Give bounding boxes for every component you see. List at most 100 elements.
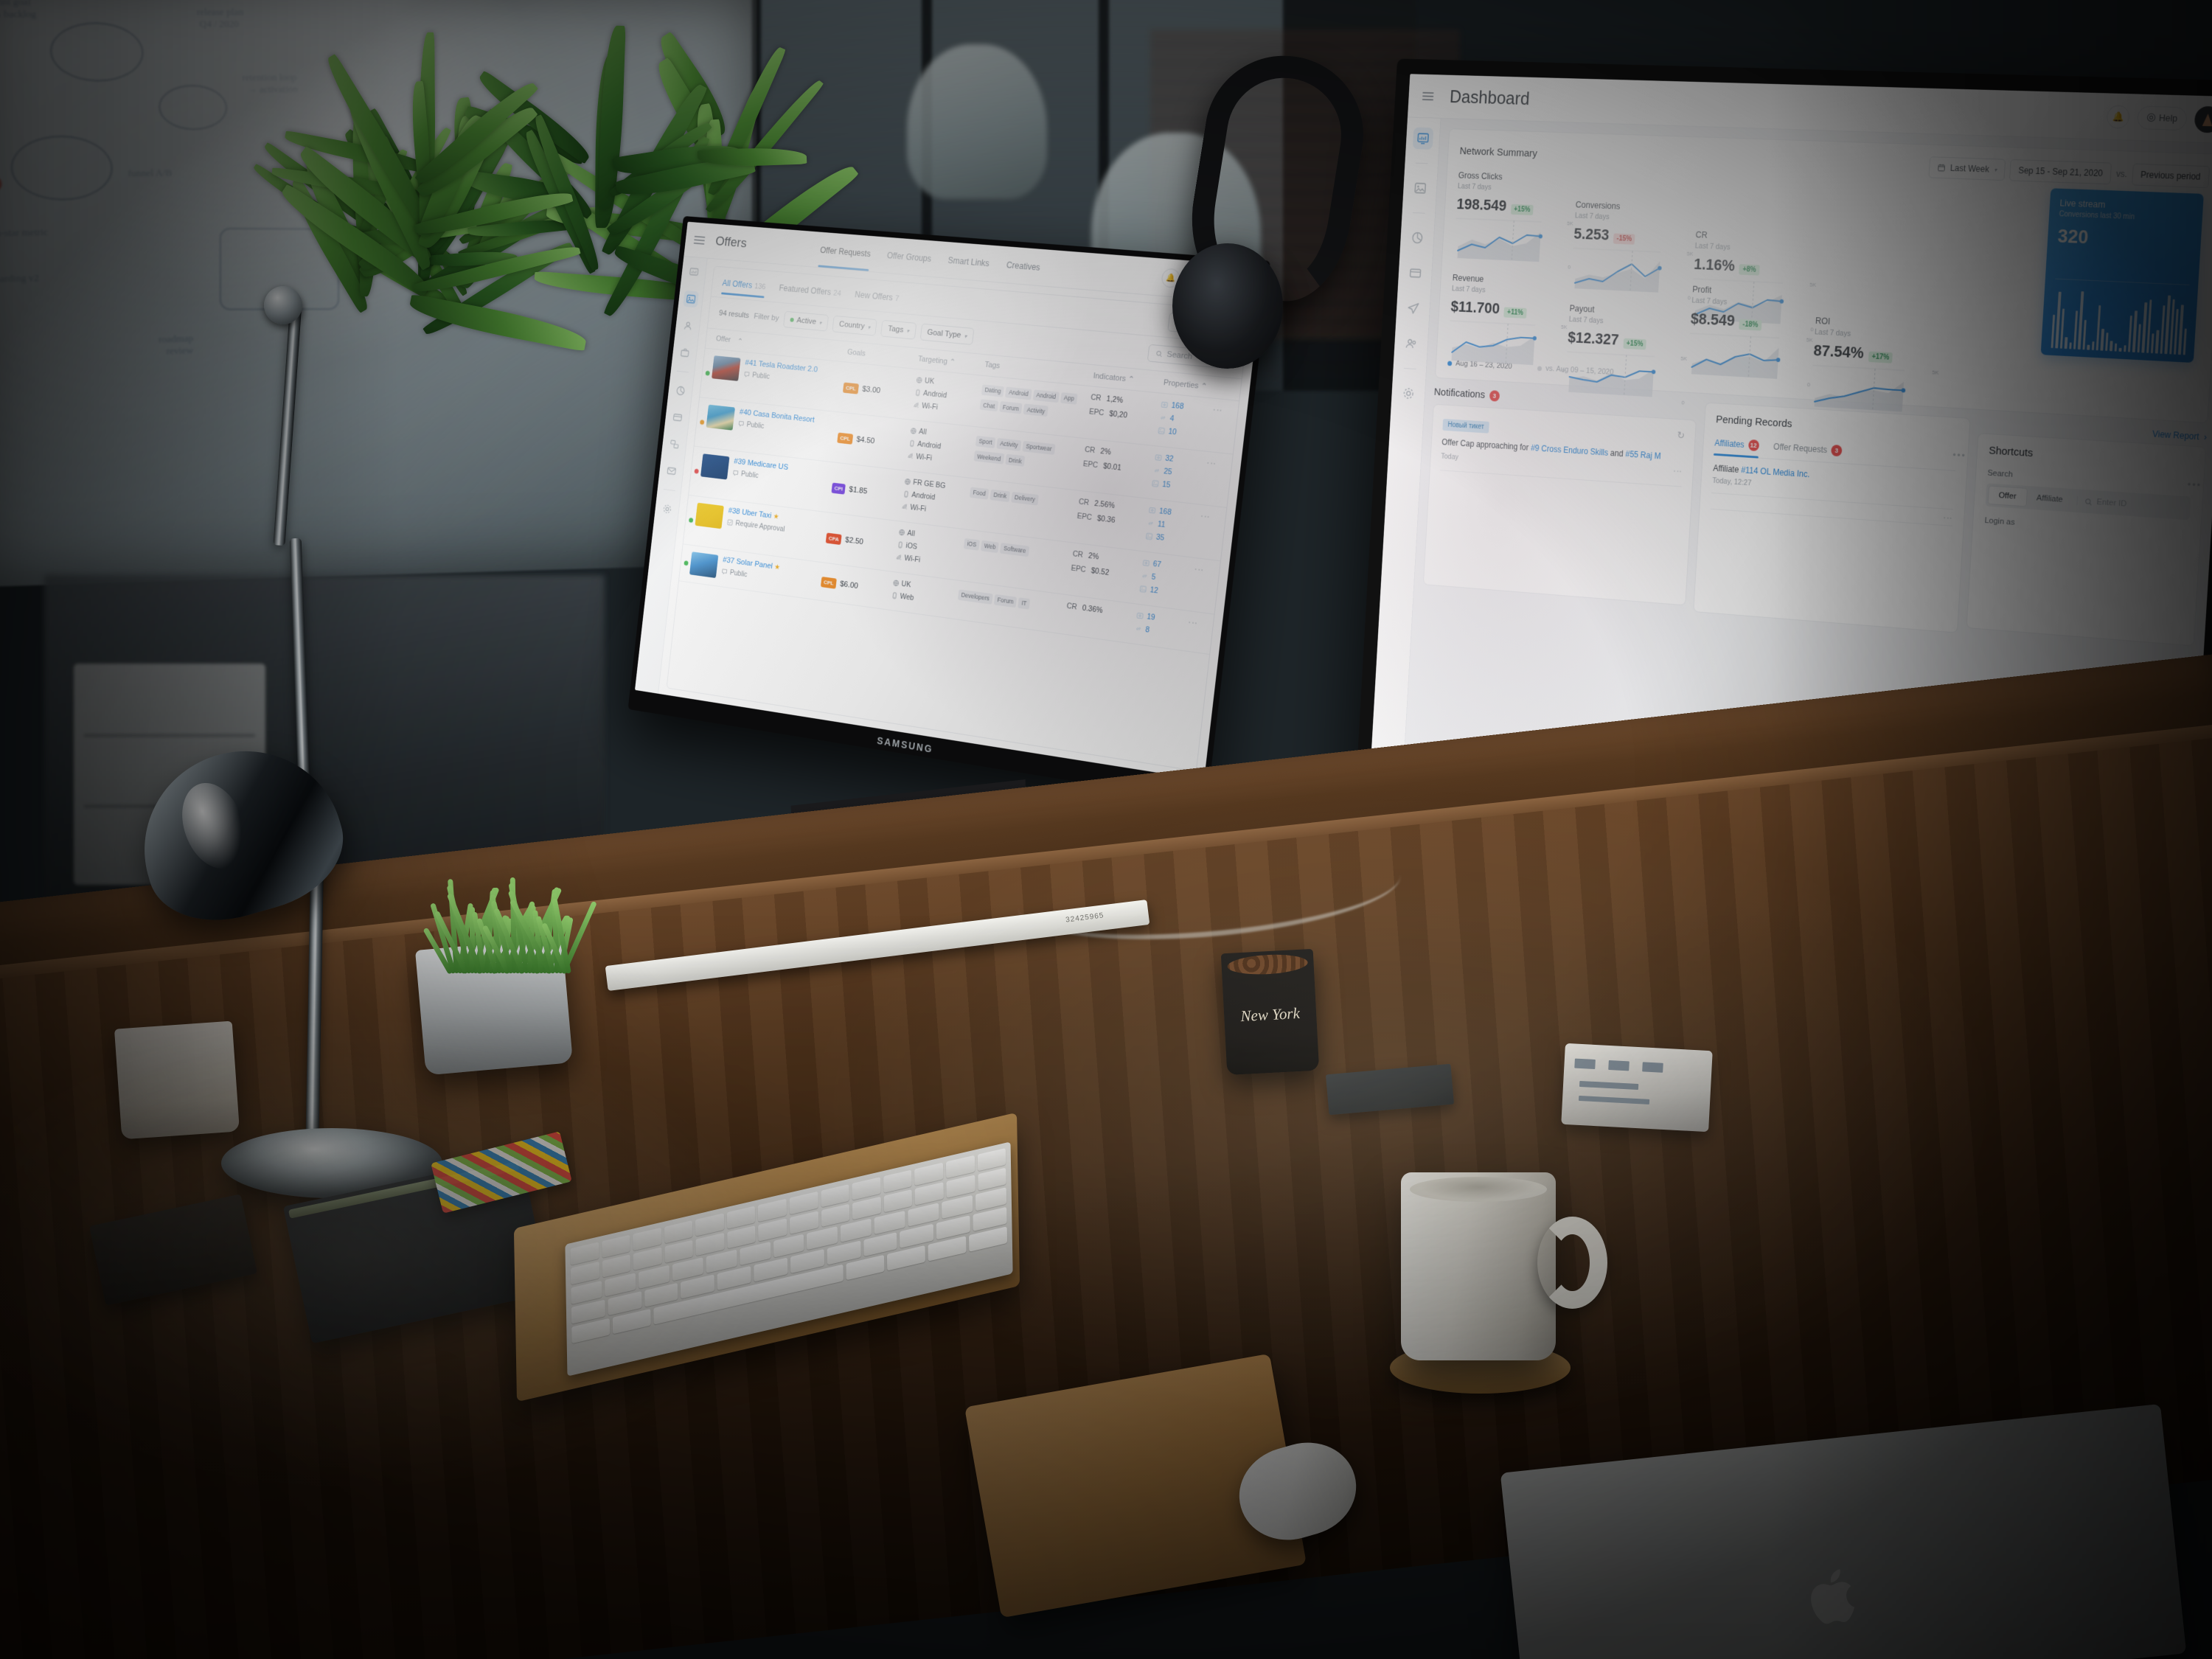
property-line: 8 — [1135, 624, 1188, 639]
row-menu-icon[interactable]: ⋮ — [1188, 618, 1199, 629]
tag-chip[interactable]: Android — [1005, 386, 1032, 400]
sidebar-item-affiliates[interactable] — [680, 317, 696, 335]
range-preset-select[interactable]: Last Week ▾ — [1928, 156, 2006, 181]
tag-chip[interactable]: Web — [981, 540, 1000, 553]
sidebar-item-settings[interactable] — [659, 500, 675, 518]
range-dates[interactable]: Sep 15 - Sep 21, 2020 — [2009, 159, 2112, 185]
column-targeting[interactable]: Targeting ⌃ — [918, 354, 985, 369]
subtab-new-offers[interactable]: New Offers 7 — [854, 289, 900, 309]
tag-chip[interactable]: IT — [1018, 597, 1031, 610]
segment-affiliate[interactable]: Affiliate — [2026, 489, 2073, 509]
tab-creatives[interactable]: Creatives — [1004, 246, 1042, 285]
kpi-card[interactable]: ROI Last 7 days 87.54% +17% 5K 0 — [1810, 316, 1939, 421]
tag-chip[interactable]: Food — [969, 486, 990, 500]
live-stream-bars — [2051, 278, 2190, 355]
sidebar-item-settings[interactable] — [1398, 382, 1419, 405]
sidebar-item-advertisers[interactable] — [677, 344, 693, 361]
row-menu-icon[interactable]: ⋮ — [1206, 459, 1217, 469]
tag-chip[interactable]: Software — [1000, 542, 1030, 557]
tab-smart-links[interactable]: Smart Links — [946, 242, 992, 281]
notification-link-offer[interactable]: #9 Cross Enduro Skills — [1531, 443, 1609, 458]
targeting-value: Wi-Fi — [909, 503, 927, 514]
tab-offer-groups[interactable]: Offer Groups — [885, 237, 933, 276]
tag-chip[interactable]: Weekend — [973, 450, 1004, 465]
notification-menu-icon[interactable]: ⋮ — [1673, 467, 1683, 476]
cell-goals: CPA $2.50 — [824, 519, 899, 566]
bell-icon[interactable]: 🔔 — [2106, 104, 2131, 129]
lamp-joint-knob[interactable] — [264, 286, 302, 324]
filter-goal-type[interactable]: Goal Type ▾ — [919, 323, 975, 345]
tag-chip[interactable]: Dating — [981, 383, 1005, 397]
kpi-card[interactable]: Revenue Last 7 days $11.700 +11% 5K 0 — [1447, 273, 1568, 374]
shortcuts-id-input[interactable]: Enter ID — [2076, 496, 2188, 513]
pending-tab-affiliates[interactable]: Affiliates 12 — [1714, 437, 1759, 458]
cell-goals: CPL $4.50 — [835, 419, 911, 464]
subtab-all-offers[interactable]: All Offers 136 — [721, 278, 766, 297]
sidebar-item-reports[interactable] — [672, 382, 689, 400]
shortcuts-menu-icon[interactable]: ••• — [2187, 479, 2202, 490]
kpi-axis-max: 5K — [1680, 355, 1688, 362]
compare-period-select[interactable]: Previous period — [2131, 163, 2211, 189]
tab-offer-requests[interactable]: Offer Requests — [818, 232, 873, 271]
kpi-card[interactable]: Conversions Last 7 days 5.253 -15% 5K 0 — [1571, 200, 1694, 301]
sidebar-item-send[interactable] — [1402, 297, 1424, 320]
sidebar-item-billing[interactable] — [669, 408, 686, 426]
row-menu-icon[interactable]: ⋮ — [1212, 406, 1223, 416]
row-menu-icon[interactable]: ⋮ — [1200, 512, 1211, 522]
avatar[interactable] — [2194, 105, 2212, 133]
filter-country[interactable]: Country ▾ — [832, 315, 878, 336]
column-properties[interactable]: Properties ⌃ — [1163, 378, 1216, 392]
tag-chip[interactable]: Activity — [996, 437, 1022, 451]
tag-chip[interactable]: Drink — [990, 489, 1011, 502]
tag-chip[interactable]: Sport — [975, 435, 996, 448]
page-title: Dashboard — [1449, 86, 1531, 109]
sidebar-item-dashboard[interactable] — [1412, 127, 1433, 150]
kpi-card[interactable]: Payout Last 7 days $12.327 +15% 5K 0 — [1565, 304, 1687, 406]
sidebar-item-affiliates[interactable] — [1400, 333, 1421, 355]
tag-chip[interactable]: Chat — [979, 399, 999, 412]
hamburger-menu-icon[interactable] — [1422, 91, 1434, 100]
sidebar-item-offers[interactable] — [682, 290, 699, 308]
sidebar-item-billing[interactable] — [1405, 262, 1426, 285]
kpi-card[interactable]: Profit Last 7 days $8.549 -18% 5K 0 — [1687, 285, 1813, 388]
tag-chip[interactable]: Android — [1032, 389, 1060, 403]
targeting-value: Android — [917, 439, 942, 451]
property-value: 15 — [1161, 480, 1172, 490]
refresh-icon[interactable]: ↻ — [1677, 429, 1685, 442]
tag-chip[interactable]: App — [1060, 392, 1078, 405]
pending-record-menu-icon[interactable]: ⋮ — [1943, 513, 1953, 524]
tag-chip[interactable]: Delivery — [1011, 491, 1039, 506]
help-button[interactable]: Help — [2137, 105, 2188, 131]
tag-chip[interactable]: Activity — [1023, 403, 1049, 417]
tag-chip[interactable]: Drink — [1005, 453, 1026, 467]
pending-records-menu-icon[interactable]: ••• — [1952, 449, 1966, 461]
column-indicators[interactable]: Indicators ⌃ — [1093, 371, 1164, 387]
subtab-featured-offers[interactable]: Featured Offers 24 — [778, 282, 841, 304]
tag-chip[interactable]: Sportwear — [1022, 440, 1056, 455]
tag-chip[interactable]: Developers — [957, 588, 993, 605]
sidebar-item-offers[interactable] — [1410, 177, 1431, 200]
targeting-value: Android — [922, 389, 947, 400]
tag-chip[interactable]: Forum — [993, 594, 1018, 608]
notification-item[interactable]: ↻ Новый тикет Offer Cap approaching for … — [1440, 414, 1686, 487]
hamburger-menu-icon[interactable] — [693, 235, 706, 245]
cell-offer: #40 Casa Bonita Resort Public — [704, 404, 839, 456]
sidebar-item-dashboard[interactable] — [686, 263, 702, 280]
tag-chip[interactable]: Forum — [999, 401, 1023, 414]
pending-offer-requests-count: 3 — [1831, 444, 1843, 457]
new-york-cup-label: New York — [1239, 1004, 1301, 1026]
filter-tags[interactable]: Tags ▾ — [880, 319, 917, 340]
sidebar-item-reports[interactable] — [1407, 226, 1428, 249]
tag-chip[interactable]: iOS — [963, 538, 981, 551]
kpi-card[interactable]: Gross Clicks Last 7 days 198.549 +15% 5K… — [1453, 170, 1573, 270]
pending-record-link[interactable]: #114 OL Media Inc. — [1741, 465, 1810, 480]
notification-link-affiliate[interactable]: #55 Raj M — [1625, 449, 1661, 461]
sidebar-item-mail[interactable] — [664, 462, 680, 480]
goal-type-badge: CPA — [825, 532, 842, 545]
segment-offer[interactable]: Offer — [1987, 485, 2028, 507]
sidebar-item-automation[interactable] — [667, 435, 683, 453]
property-value: 35 — [1155, 532, 1165, 543]
range-preset-label: Last Week — [1950, 162, 1990, 175]
row-menu-icon[interactable]: ⋮ — [1194, 565, 1205, 576]
filter-status[interactable]: Active ▾ — [782, 310, 830, 332]
